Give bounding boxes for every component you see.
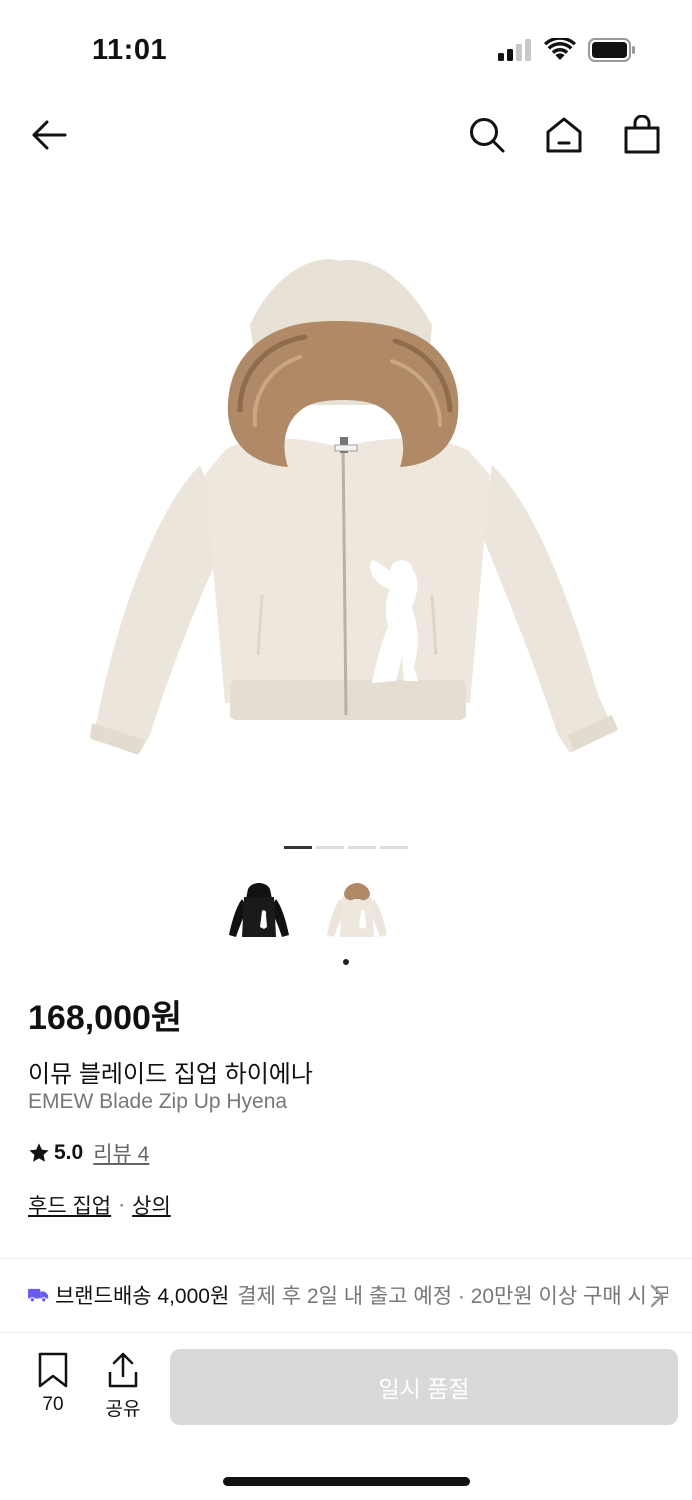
bookmark-count: 70	[42, 1394, 64, 1415]
navigation-bar	[0, 100, 692, 170]
home-button[interactable]	[541, 112, 587, 158]
black-hoodie-thumbnail	[229, 883, 289, 937]
color-option-black[interactable]	[222, 875, 296, 949]
back-arrow-icon	[32, 120, 67, 150]
color-option-hyena[interactable]	[320, 875, 394, 949]
status-icons	[498, 38, 636, 62]
product-price: 168,000원	[28, 999, 183, 1037]
share-label: 공유	[105, 1399, 141, 1420]
battery-icon	[588, 38, 635, 62]
sold-out-button[interactable]: 일시 품절	[170, 1349, 678, 1425]
shipping-schedule: 결제 후 2일 내 출고 예정 · 20만원 이상 구매 시 무료배송	[237, 1285, 668, 1308]
category-separator: ·	[118, 1193, 126, 1216]
hoodie-image	[90, 259, 618, 755]
back-button[interactable]	[26, 112, 72, 158]
rating-row: 5.0 리뷰 4	[28, 1138, 149, 1168]
pager-dot-active	[284, 846, 312, 849]
search-icon	[470, 118, 505, 153]
wifi-icon	[544, 38, 576, 60]
chevron-right-icon	[650, 1284, 664, 1308]
cellular-signal-icon	[498, 39, 531, 61]
category-breadcrumb: 후드 집업 · 상의	[28, 1190, 171, 1220]
shopping-bag-icon	[624, 115, 660, 154]
image-pager	[284, 846, 408, 849]
product-image[interactable]	[0, 175, 692, 835]
color-options	[222, 875, 394, 949]
review-count-link[interactable]: 리뷰 4	[93, 1138, 149, 1168]
home-icon	[546, 117, 582, 153]
shipping-info-row[interactable]: 브랜드배송 4,000원 결제 후 2일 내 출고 예정 · 20만원 이상 구…	[28, 1280, 668, 1310]
status-bar: 11:01	[0, 0, 692, 100]
bottom-action-bar: 70 공유 일시 품절	[0, 1336, 692, 1436]
bookmark-icon	[38, 1352, 68, 1388]
bookmark-button[interactable]: 70	[27, 1352, 79, 1416]
pager-dot	[348, 846, 376, 849]
pager-dot	[380, 846, 408, 849]
section-divider	[0, 1258, 692, 1259]
delivery-truck-icon	[28, 1288, 49, 1303]
shipping-fee: 브랜드배송 4,000원	[54, 1285, 230, 1308]
rating-value: 5.0	[54, 1141, 84, 1164]
share-icon	[108, 1352, 138, 1388]
cart-button[interactable]	[619, 112, 665, 158]
product-name-english: EMEW Blade Zip Up Hyena	[28, 1090, 288, 1113]
selected-color-indicator	[343, 959, 349, 965]
product-name-korean: 이뮤 블레이드 집업 하이에나	[28, 1061, 313, 1088]
category-link-hood-zipup[interactable]: 후드 집업	[28, 1190, 111, 1220]
star-icon	[29, 1143, 49, 1162]
hyena-hoodie-thumbnail	[327, 883, 387, 937]
category-link-top[interactable]: 상의	[132, 1190, 171, 1220]
bottom-bar-divider	[0, 1332, 692, 1333]
share-button[interactable]: 공유	[97, 1352, 149, 1421]
pager-dot	[316, 846, 344, 849]
home-indicator	[223, 1477, 470, 1486]
search-button[interactable]	[464, 112, 510, 158]
status-time: 11:01	[92, 34, 168, 66]
